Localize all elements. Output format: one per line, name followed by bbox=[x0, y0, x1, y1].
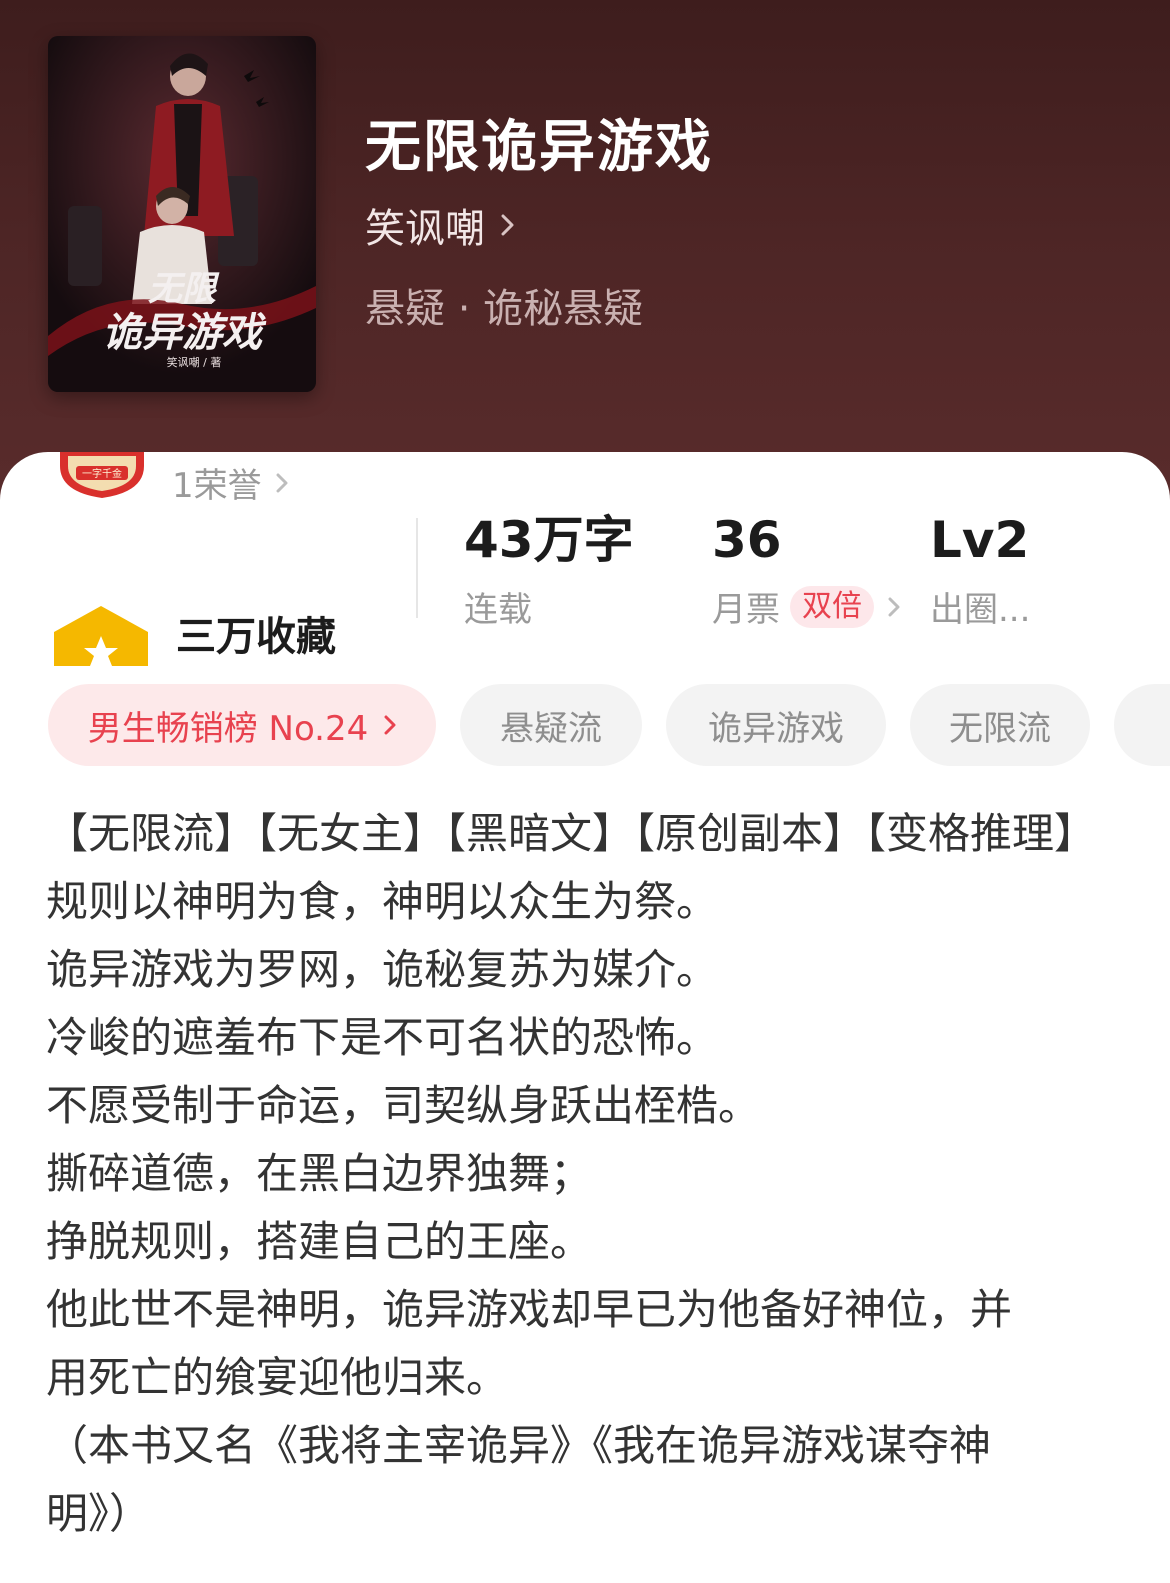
cover-art: 无限 诡异游戏 笑讽嘲 / 著 bbox=[48, 36, 316, 392]
description-line: （本书又名《我将主宰诡异》《我在诡异游戏谋夺神 bbox=[46, 1421, 992, 1470]
author-link[interactable]: 笑讽嘲 bbox=[365, 196, 515, 254]
word-count-value: 43万字 bbox=[464, 511, 634, 569]
description-line: 挣脱规则，搭建自己的王座。 bbox=[46, 1217, 593, 1266]
rank-tag-label: 男生畅销榜 No.24 bbox=[87, 708, 369, 749]
honor-link[interactable]: 1荣誉 bbox=[172, 458, 288, 507]
tag-suspense-flow[interactable]: 悬疑流 bbox=[460, 684, 642, 766]
book-detail-page: 无限 诡异游戏 笑讽嘲 / 著 无限诡异游戏 笑讽嘲 悬疑 · 诡秘悬疑 一字千… bbox=[0, 0, 1170, 1583]
stats-divider bbox=[416, 518, 418, 618]
book-description: 【无限流】【无女主】【黑暗文】【原创副本】【变格推理】 规则以神明为食，神明以众… bbox=[46, 800, 1126, 1548]
cover-title-line1: 无限 bbox=[148, 269, 220, 309]
description-line: 冷峻的遮羞布下是不可名状的恐怖。 bbox=[46, 1013, 719, 1062]
description-line: 诡异游戏为罗网，诡秘复苏为媒介。 bbox=[46, 945, 719, 994]
description-line: 明》） bbox=[46, 1489, 152, 1538]
chevron-right-icon bbox=[888, 597, 900, 616]
description-line: 不愿受制于命运，司契纵身跃出桎梏。 bbox=[46, 1081, 761, 1130]
tag-row: 男生畅销榜 No.24 悬疑流 诡异游戏 无限流 bbox=[48, 684, 1170, 768]
description-line: 规则以神明为食，神明以众生为祭。 bbox=[46, 877, 719, 926]
book-title: 无限诡异游戏 bbox=[365, 115, 713, 180]
stat-word-count: 43万字 连载 bbox=[464, 512, 634, 631]
favorites-label: 三万收藏 bbox=[176, 614, 336, 660]
author-name: 笑讽嘲 bbox=[365, 206, 485, 252]
cover-author: 笑讽嘲 / 著 bbox=[167, 355, 222, 369]
tag-label: 悬疑流 bbox=[500, 708, 602, 749]
description-line: 用死亡的飨宴迎他归来。 bbox=[46, 1353, 509, 1402]
honor-medal-icon[interactable]: 一字千金 bbox=[56, 452, 148, 498]
tag-infinite-flow[interactable]: 无限流 bbox=[910, 684, 1090, 766]
cover-title-line2: 诡异游戏 bbox=[102, 310, 267, 356]
stat-monthly-tickets[interactable]: 36 月票 双倍 bbox=[712, 512, 900, 631]
tag-overflow-hint[interactable] bbox=[1114, 684, 1170, 766]
level-value: Lv2 bbox=[930, 511, 1030, 569]
tag-label: 无限流 bbox=[949, 708, 1051, 749]
description-line: 他此世不是神明，诡异游戏却早已为他备好神位，并 bbox=[46, 1285, 1013, 1334]
monthly-tickets-value: 36 bbox=[712, 511, 782, 569]
stat-level[interactable]: Lv2 出圈... bbox=[930, 512, 1030, 631]
double-badge: 双倍 bbox=[790, 585, 874, 628]
tag-eerie-game[interactable]: 诡异游戏 bbox=[666, 684, 886, 766]
book-header: 无限 诡异游戏 笑讽嘲 / 著 无限诡异游戏 笑讽嘲 悬疑 · 诡秘悬疑 bbox=[0, 0, 1170, 520]
book-genre[interactable]: 悬疑 · 诡秘悬疑 bbox=[365, 276, 643, 334]
word-count-label: 连载 bbox=[464, 590, 532, 630]
description-line: 【无限流】【无女主】【黑暗文】【原创副本】【变格推理】 bbox=[46, 809, 1097, 858]
honor-badge-text: 一字千金 bbox=[82, 467, 122, 480]
level-label: 出圈... bbox=[930, 590, 1031, 630]
description-line: 撕碎道德，在黑白边界独舞； bbox=[46, 1149, 593, 1198]
chevron-right-icon bbox=[501, 214, 514, 236]
chevron-right-icon bbox=[384, 715, 396, 735]
rank-tag[interactable]: 男生畅销榜 No.24 bbox=[48, 684, 436, 766]
monthly-tickets-label: 月票 bbox=[712, 590, 780, 630]
book-cover[interactable]: 无限 诡异游戏 笑讽嘲 / 著 bbox=[48, 36, 316, 392]
favorites-house-icon bbox=[54, 606, 148, 666]
chevron-right-icon bbox=[276, 473, 288, 492]
tag-label: 诡异游戏 bbox=[708, 708, 844, 749]
honor-count: 1荣誉 bbox=[172, 466, 262, 506]
